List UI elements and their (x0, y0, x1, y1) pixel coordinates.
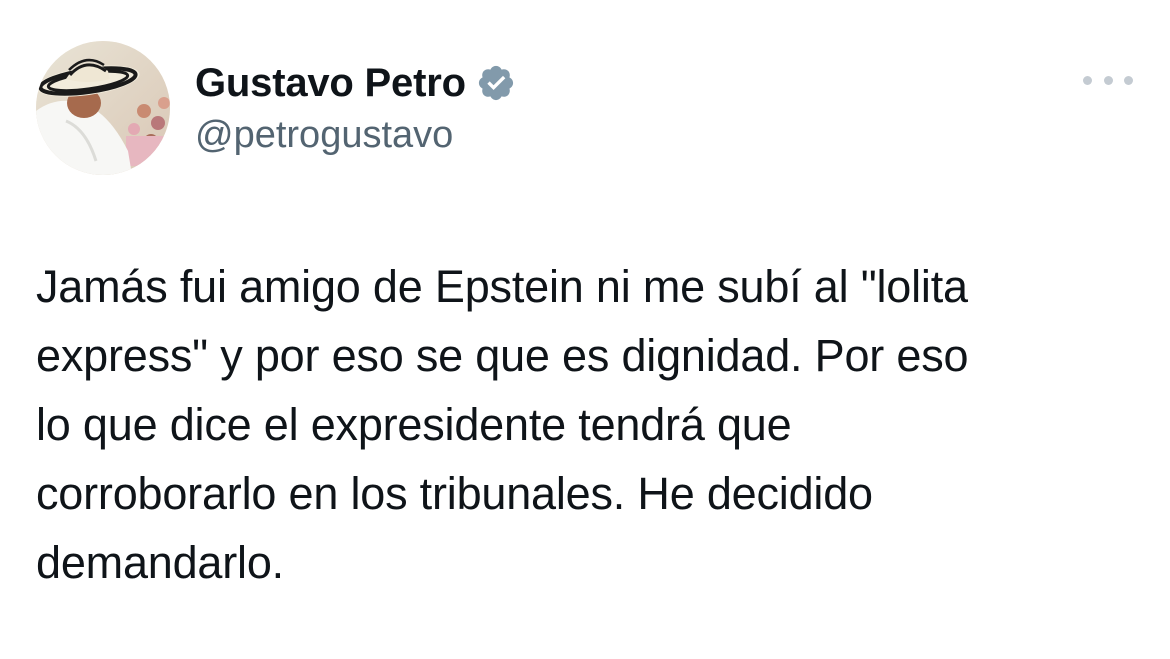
more-horizontal-icon[interactable] (1083, 66, 1133, 94)
avatar[interactable] (36, 41, 170, 175)
avatar-image (36, 41, 170, 175)
tweet-card: Gustavo Petro @petrogustavo Jamás fui am… (0, 0, 1170, 659)
verified-badge-icon[interactable] (476, 63, 516, 103)
more-dot (1103, 75, 1113, 85)
more-dot (1124, 75, 1133, 85)
author-display-name[interactable]: Gustavo Petro (195, 61, 466, 106)
author-name-row: Gustavo Petro (195, 56, 516, 110)
more-dot (1083, 75, 1092, 85)
tweet-text: Jamás fui amigo de Epstein ni me subí al… (36, 261, 969, 588)
author-handle[interactable]: @petrogustavo (195, 114, 453, 157)
